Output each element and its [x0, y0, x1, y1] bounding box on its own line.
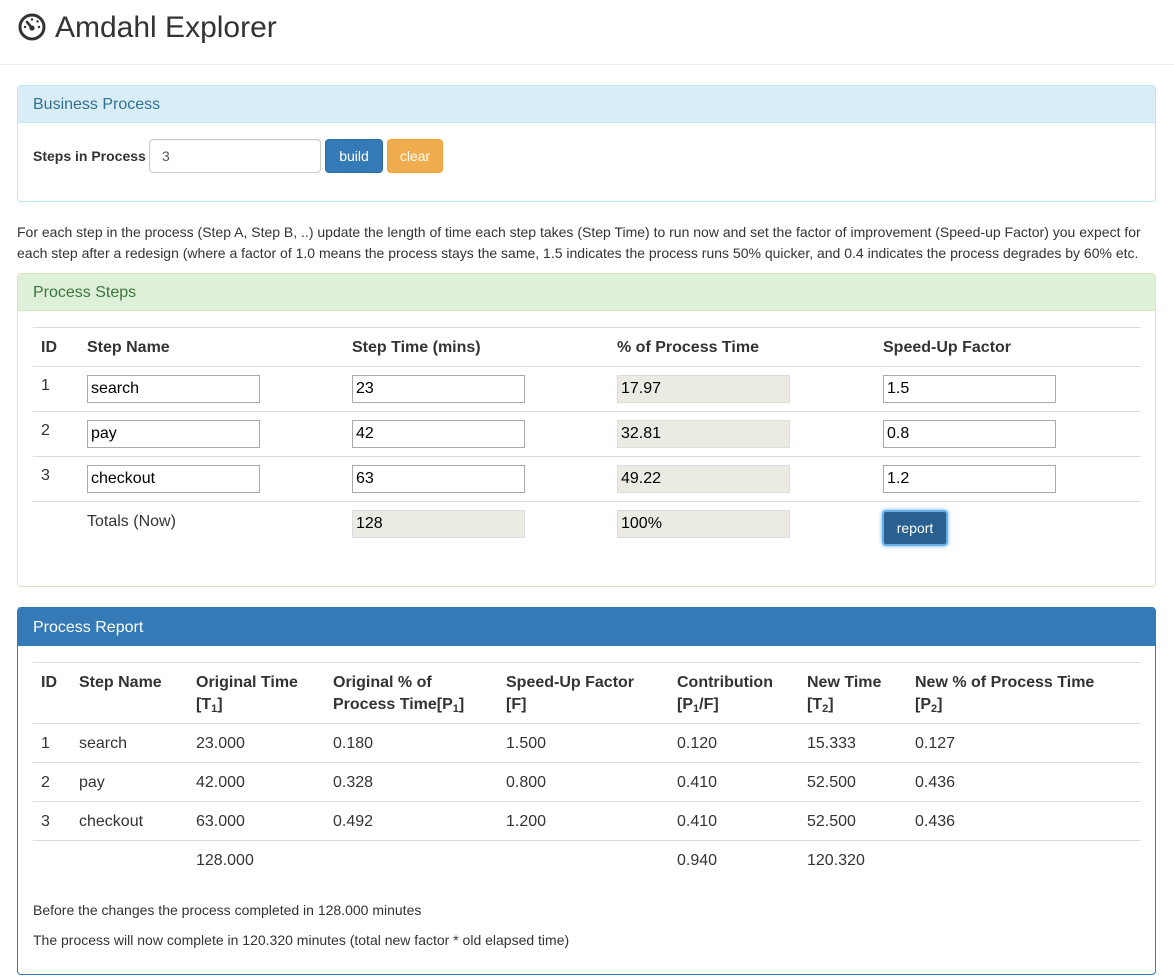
report-header-step-name: Step Name: [79, 674, 162, 691]
report-header-id: ID: [41, 674, 57, 691]
report-cell-id: 1: [41, 735, 50, 752]
step-name-input[interactable]: checkout: [87, 465, 260, 493]
pct-process-time-field: 32.81: [617, 420, 790, 448]
report-total-original-time: 128.000: [196, 852, 254, 869]
process-report-heading: Process Report: [18, 608, 1155, 646]
steps-in-process-input[interactable]: 3: [149, 139, 321, 173]
table-divider: [33, 662, 1141, 663]
speedup-factor-input[interactable]: 0.8: [883, 420, 1056, 448]
report-after-summary: The process will now complete in 120.320…: [33, 932, 570, 948]
step-name-input[interactable]: search: [87, 375, 260, 403]
table-divider: [33, 840, 1141, 841]
report-cell-original-time: 42.000: [196, 774, 245, 791]
report-cell-original-time: 23.000: [196, 735, 245, 752]
report-cell-new-pct: 0.436: [915, 774, 956, 791]
column-header-id: ID: [41, 339, 57, 356]
table-divider: [33, 411, 1141, 412]
report-cell-original-pct: 0.492: [333, 813, 374, 830]
clear-button[interactable]: clear: [387, 139, 443, 173]
report-cell-new-time: 52.500: [807, 774, 856, 791]
page-header: Amdahl Explorer: [0, 0, 1174, 65]
business-process-panel: Business Process Steps in Process 3 buil…: [17, 85, 1156, 202]
report-cell-original-time: 63.000: [196, 813, 245, 830]
table-divider: [33, 456, 1141, 457]
step-time-input[interactable]: 23: [352, 375, 525, 403]
report-header-new-pct: New % of Process Time [P2]: [915, 674, 1095, 715]
report-cell-speedup: 1.200: [506, 813, 547, 830]
report-cell-new-pct: 0.127: [915, 735, 956, 752]
report-cell-speedup: 1.500: [506, 735, 547, 752]
dashboard-gauge-icon: [18, 13, 46, 41]
column-header-speedup-factor: Speed-Up Factor: [883, 339, 1012, 356]
report-total-contribution: 0.940: [677, 852, 718, 869]
report-header-original-pct: Original % of Process Time[P1]: [333, 674, 465, 715]
step-time-input[interactable]: 63: [352, 465, 525, 493]
report-header-contribution: Contribution [P1/F]: [677, 674, 773, 715]
business-process-heading: Business Process: [18, 86, 1155, 123]
instructions-text: For each step in the process (Step A, St…: [17, 224, 1141, 261]
steps-in-process-label: Steps in Process: [33, 148, 146, 164]
table-divider: [33, 501, 1141, 502]
step-id: 2: [41, 422, 50, 439]
report-cell-original-pct: 0.180: [333, 735, 374, 752]
report-header-original-time: Original Time [T1]: [196, 674, 298, 715]
total-pct-field: 100%: [617, 510, 790, 538]
total-step-time-field: 128: [352, 510, 525, 538]
report-cell-step-name: checkout: [79, 813, 144, 830]
report-cell-new-time: 15.333: [807, 735, 856, 752]
build-button[interactable]: build: [325, 139, 383, 173]
speedup-factor-input[interactable]: 1.2: [883, 465, 1056, 493]
table-divider: [33, 366, 1141, 367]
report-cell-id: 2: [41, 774, 50, 791]
report-header-speedup-factor: Speed-Up Factor [F]: [506, 674, 635, 713]
report-button[interactable]: report: [882, 510, 948, 546]
table-divider: [33, 723, 1141, 724]
column-header-step-time: Step Time (mins): [352, 339, 481, 356]
report-header-new-time: New Time [T2]: [807, 674, 882, 715]
speedup-factor-input[interactable]: 1.5: [883, 375, 1056, 403]
report-cell-speedup: 0.800: [506, 774, 547, 791]
report-total-new-time: 120.320: [807, 852, 865, 869]
pct-process-time-field: 49.22: [617, 465, 790, 493]
app-title: Amdahl Explorer: [55, 11, 277, 44]
report-cell-contribution: 0.120: [677, 735, 718, 752]
report-before-summary: Before the changes the process completed…: [33, 902, 422, 918]
report-cell-original-pct: 0.328: [333, 774, 374, 791]
report-cell-contribution: 0.410: [677, 774, 718, 791]
totals-label: Totals (Now): [87, 513, 176, 530]
process-report-panel: Process Report ID Step Name Original Tim…: [17, 607, 1156, 975]
column-header-step-name: Step Name: [87, 339, 170, 356]
report-cell-new-time: 52.500: [807, 813, 856, 830]
report-cell-contribution: 0.410: [677, 813, 718, 830]
table-divider: [33, 327, 1141, 328]
table-divider: [33, 762, 1141, 763]
table-divider: [33, 801, 1141, 802]
process-steps-panel: Process Steps ID Step Name Step Time (mi…: [17, 273, 1156, 587]
process-steps-heading: Process Steps: [18, 274, 1155, 311]
step-id: 3: [41, 467, 50, 484]
report-cell-id: 3: [41, 813, 50, 830]
report-cell-step-name: pay: [79, 774, 105, 791]
step-id: 1: [41, 377, 50, 394]
step-time-input[interactable]: 42: [352, 420, 525, 448]
report-cell-new-pct: 0.436: [915, 813, 956, 830]
column-header-pct-process-time: % of Process Time: [617, 339, 759, 356]
pct-process-time-field: 17.97: [617, 375, 790, 403]
step-name-input[interactable]: pay: [87, 420, 260, 448]
report-cell-step-name: search: [79, 735, 128, 752]
